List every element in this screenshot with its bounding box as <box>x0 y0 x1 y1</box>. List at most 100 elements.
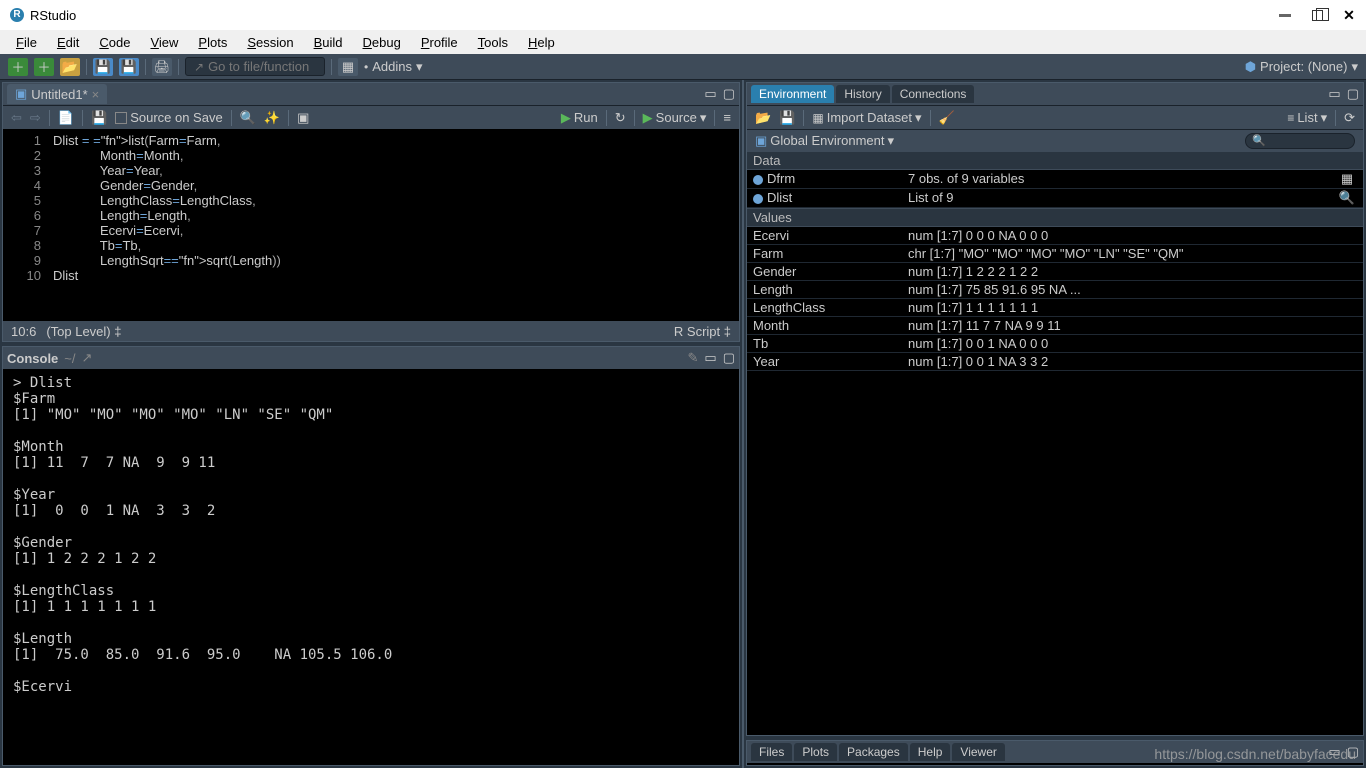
code-line[interactable]: 7 Ecervi=Ecervi, <box>3 223 739 238</box>
restore-button[interactable] <box>1310 8 1324 22</box>
minimize-pane-icon[interactable]: ▭ <box>704 350 716 366</box>
environment-table: DataDfrm7 obs. of 9 variables▦DlistList … <box>747 151 1363 735</box>
menu-tools[interactable]: Tools <box>468 32 518 53</box>
tab-viewer[interactable]: Viewer <box>952 743 1004 761</box>
tab-packages[interactable]: Packages <box>839 743 908 761</box>
new-project-button[interactable]: ＋ <box>34 58 54 76</box>
console-pane: Console ~/ ↗ ✎ ▭ ▢ > Dlist $Farm [1] "MO… <box>2 346 740 766</box>
menu-build[interactable]: Build <box>304 32 353 53</box>
file-type[interactable]: R Script ‡ <box>674 324 731 339</box>
env-view-mode[interactable]: ≡ List ▾ <box>1287 110 1327 126</box>
-icon[interactable] <box>1337 318 1357 333</box>
tab-help[interactable]: Help <box>910 743 951 761</box>
env-row[interactable]: Gendernum [1:7] 1 2 2 2 1 2 2 <box>747 263 1363 281</box>
save-source-button[interactable]: 💾 <box>91 110 107 126</box>
code-line[interactable]: 8 Tb=Tb, <box>3 238 739 253</box>
scope-selector[interactable]: (Top Level) ‡ <box>46 324 121 339</box>
code-line[interactable]: 3 Year=Year, <box>3 163 739 178</box>
minimize-pane-icon[interactable]: ▭ <box>704 86 716 102</box>
env-row[interactable]: Dfrm7 obs. of 9 variables▦ <box>747 170 1363 189</box>
clear-workspace-button[interactable]: 🧹 <box>939 110 955 126</box>
menu-edit[interactable]: Edit <box>47 32 89 53</box>
code-line[interactable]: 4 Gender=Gender, <box>3 178 739 193</box>
-icon[interactable] <box>1337 228 1357 243</box>
save-button[interactable]: 💾 <box>93 58 113 76</box>
code-editor[interactable]: 1Dlist = ="fn">list(Farm=Farm,2 Month=Mo… <box>3 129 739 321</box>
forward-button[interactable]: ⇨ <box>30 110 41 126</box>
code-line[interactable]: 1Dlist = ="fn">list(Farm=Farm, <box>3 133 739 148</box>
addins-menu[interactable]: • Addins ▾ <box>364 59 422 75</box>
new-file-button[interactable]: ＋ <box>8 58 28 76</box>
-icon[interactable] <box>1337 264 1357 279</box>
tab-plots[interactable]: Plots <box>794 743 837 761</box>
save-workspace-button[interactable]: 💾 <box>779 110 795 126</box>
grid-icon[interactable]: ▦ <box>1337 171 1357 187</box>
code-line[interactable]: 2 Month=Month, <box>3 148 739 163</box>
env-row[interactable]: DlistList of 9🔍 <box>747 189 1363 208</box>
menu-profile[interactable]: Profile <box>411 32 468 53</box>
show-document-button[interactable]: 📄 <box>58 110 74 126</box>
refresh-env-button[interactable]: ⟳ <box>1344 110 1355 126</box>
project-menu[interactable]: ⬢ Project: (None) ▾ <box>1245 59 1358 75</box>
code-line[interactable]: 6 Length=Length, <box>3 208 739 223</box>
code-line[interactable]: 9 LengthSqrt=="fn">sqrt(Length)) <box>3 253 739 268</box>
env-scope-selector[interactable]: ▣ Global Environment ▾ <box>755 133 894 149</box>
menu-session[interactable]: Session <box>237 32 303 53</box>
env-section-header: Values <box>747 208 1363 227</box>
maximize-pane-icon[interactable]: ▢ <box>1347 86 1359 102</box>
source-button[interactable]: ▶ Source ▾ <box>643 110 707 126</box>
maximize-pane-icon[interactable]: ▢ <box>723 86 735 102</box>
tab-files[interactable]: Files <box>751 743 792 761</box>
code-line[interactable]: 5 LengthClass=LengthClass, <box>3 193 739 208</box>
menu-help[interactable]: Help <box>518 32 565 53</box>
import-dataset-button[interactable]: ▦ Import Dataset ▾ <box>812 110 921 126</box>
menu-view[interactable]: View <box>140 32 188 53</box>
-icon[interactable] <box>1337 336 1357 351</box>
close-button[interactable]: ✕ <box>1342 8 1356 22</box>
-icon[interactable] <box>1337 282 1357 297</box>
clear-console-icon[interactable]: ✎ <box>688 350 699 366</box>
menu-debug[interactable]: Debug <box>353 32 411 53</box>
app-icon: R <box>10 8 24 22</box>
source-on-save-checkbox[interactable]: Source on Save <box>115 110 223 125</box>
menu-file[interactable]: File <box>6 32 47 53</box>
open-file-button[interactable]: 📂 <box>60 58 80 76</box>
minimize-pane-icon[interactable]: ▭ <box>1328 86 1340 102</box>
maximize-pane-icon[interactable]: ▢ <box>723 350 735 366</box>
menu-plots[interactable]: Plots <box>188 32 237 53</box>
env-row[interactable]: Tbnum [1:7] 0 0 1 NA 0 0 0 <box>747 335 1363 353</box>
back-button[interactable]: ⇦ <box>11 110 22 126</box>
source-tab[interactable]: ▣ Untitled1* × <box>7 84 107 104</box>
rerun-button[interactable]: ↻ <box>615 110 626 126</box>
env-row[interactable]: Farmchr [1:7] "MO" "MO" "MO" "MO" "LN" "… <box>747 245 1363 263</box>
print-button[interactable]: 🖨 <box>152 58 172 76</box>
search-icon[interactable]: 🔍 <box>1337 190 1357 206</box>
env-row[interactable]: Ecervinum [1:7] 0 0 0 NA 0 0 0 <box>747 227 1363 245</box>
find-button[interactable]: 🔍 <box>240 110 256 126</box>
env-row[interactable]: Lengthnum [1:7] 75 85 91.6 95 NA ... <box>747 281 1363 299</box>
wand-button[interactable]: ✨ <box>264 110 280 126</box>
grid-button[interactable]: ▦ <box>338 58 358 76</box>
minimize-button[interactable] <box>1278 8 1292 22</box>
-icon[interactable] <box>1337 354 1357 369</box>
env-search-input[interactable]: 🔍 <box>1245 133 1355 149</box>
popout-icon[interactable]: ↗ <box>82 350 93 366</box>
load-workspace-button[interactable]: 📂 <box>755 110 771 126</box>
env-row[interactable]: LengthClassnum [1:7] 1 1 1 1 1 1 1 <box>747 299 1363 317</box>
close-tab-icon[interactable]: × <box>92 87 100 102</box>
notebook-button[interactable]: ▣ <box>297 110 309 126</box>
env-row[interactable]: Yearnum [1:7] 0 0 1 NA 3 3 2 <box>747 353 1363 371</box>
run-button[interactable]: ▶ Run <box>561 110 598 126</box>
tab-history[interactable]: History <box>836 85 889 103</box>
-icon[interactable] <box>1337 300 1357 315</box>
tab-environment[interactable]: Environment <box>751 85 834 103</box>
code-line[interactable]: 10Dlist <box>3 268 739 283</box>
-icon[interactable] <box>1337 246 1357 261</box>
save-all-button[interactable]: 💾 <box>119 58 139 76</box>
outline-button[interactable]: ≡ <box>723 110 731 125</box>
console-output[interactable]: > Dlist $Farm [1] "MO" "MO" "MO" "MO" "L… <box>3 369 739 765</box>
menu-code[interactable]: Code <box>89 32 140 53</box>
tab-connections[interactable]: Connections <box>892 85 975 103</box>
env-row[interactable]: Monthnum [1:7] 11 7 7 NA 9 9 11 <box>747 317 1363 335</box>
goto-file-input[interactable]: ↗ Go to file/function <box>185 57 325 76</box>
